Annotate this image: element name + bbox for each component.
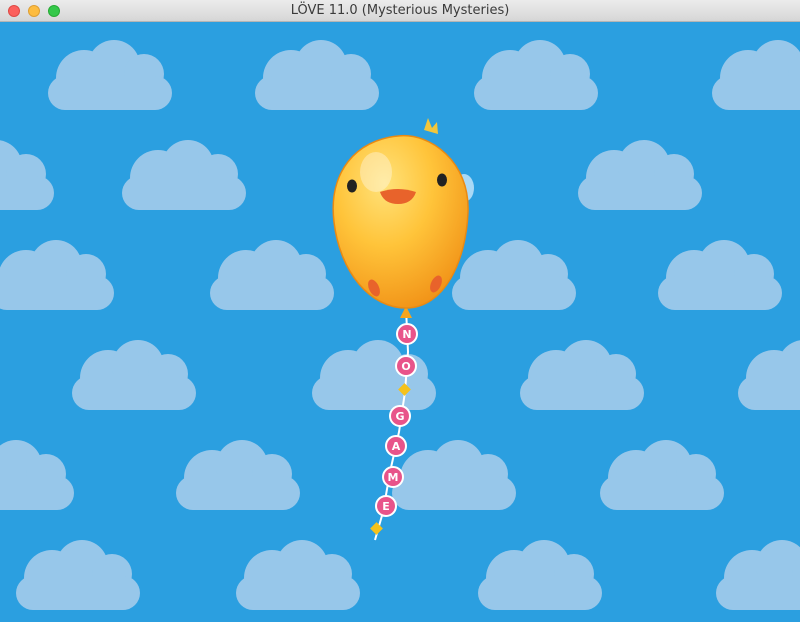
tail-letter: O <box>401 360 410 373</box>
left-eye-icon <box>347 179 357 193</box>
game-canvas[interactable]: N O G A M E <box>0 22 800 622</box>
tail-letter: M <box>388 471 399 484</box>
tail-letter-badge: O <box>395 355 417 377</box>
tail-letter: G <box>395 410 404 423</box>
tail-letter: A <box>392 440 401 453</box>
app-window: LÖVE 11.0 (Mysterious Mysteries) N O G A… <box>0 0 800 622</box>
game-scene: N O G A M E <box>0 22 800 622</box>
sky-background <box>0 22 800 622</box>
tail-letter-badge: E <box>375 495 397 517</box>
tail-letter-badge: G <box>389 405 411 427</box>
tail-letter: N <box>402 328 411 341</box>
tail-letter-badge: M <box>382 466 404 488</box>
tail-letter-badge: A <box>385 435 407 457</box>
tail-letter-badge: N <box>396 323 418 345</box>
title-bar[interactable]: LÖVE 11.0 (Mysterious Mysteries) <box>0 0 800 22</box>
window-title: LÖVE 11.0 (Mysterious Mysteries) <box>290 3 510 18</box>
right-eye-icon <box>437 173 447 187</box>
tail-letter: E <box>382 500 390 513</box>
